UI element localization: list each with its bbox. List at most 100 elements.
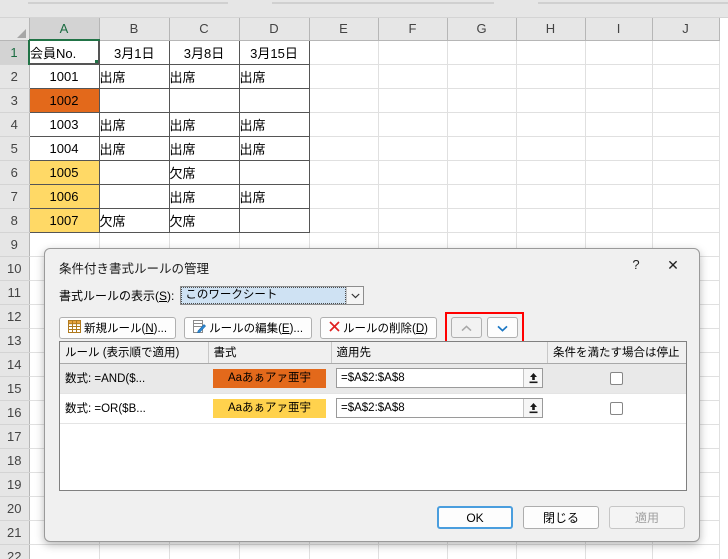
cell-J1[interactable]: [652, 40, 720, 65]
cell-E4[interactable]: [309, 112, 379, 137]
row-header-8[interactable]: 8: [0, 208, 30, 233]
column-header-b[interactable]: B: [99, 18, 170, 41]
row-header-2[interactable]: 2: [0, 64, 30, 89]
cell-J4[interactable]: [652, 112, 720, 137]
rule-row[interactable]: 数式: =AND($... Aaあぁアァ亜宇 =$A$2:$A$8: [60, 363, 686, 394]
cell-F8[interactable]: [378, 208, 448, 233]
cell-C3[interactable]: [168, 87, 240, 113]
move-rule-up-button[interactable]: [451, 317, 483, 338]
cell-D7[interactable]: 出席: [238, 183, 310, 209]
cell-G22[interactable]: [447, 544, 517, 559]
cell-C6[interactable]: 欠席: [168, 159, 240, 185]
cell-H1[interactable]: [516, 40, 586, 65]
cell-G3[interactable]: [447, 88, 517, 113]
row-header-4[interactable]: 4: [0, 112, 30, 137]
rules-table[interactable]: ルール (表示順で適用) 書式 適用先 条件を満たす場合は停止 数式: =AND($..…: [60, 342, 686, 424]
cell-B1[interactable]: 3月1日: [98, 39, 170, 65]
cell-H6[interactable]: [516, 160, 586, 185]
row-header-13[interactable]: 13: [0, 328, 30, 353]
cell-D22[interactable]: [239, 544, 310, 559]
cell-B22[interactable]: [99, 544, 170, 559]
cell-I8[interactable]: [585, 208, 653, 233]
rule-row[interactable]: 数式: =OR($B... Aaあぁアァ亜宇 =$A$2:$A$8: [60, 393, 686, 424]
column-header-c[interactable]: C: [169, 18, 240, 41]
cell-A7[interactable]: 1006: [28, 183, 100, 209]
column-header-f[interactable]: F: [378, 18, 448, 41]
cell-G1[interactable]: [447, 40, 517, 65]
cell-J7[interactable]: [652, 184, 720, 209]
row-header-21[interactable]: 21: [0, 520, 30, 545]
move-rule-down-button[interactable]: [487, 317, 519, 338]
row-header-5[interactable]: 5: [0, 136, 30, 161]
column-header-a[interactable]: A: [29, 18, 100, 41]
cell-H4[interactable]: [516, 112, 586, 137]
column-header-h[interactable]: H: [516, 18, 586, 41]
cell-D1[interactable]: 3月15日: [238, 39, 310, 65]
cell-C2[interactable]: 出席: [168, 63, 240, 89]
cell-A8[interactable]: 1007: [28, 207, 100, 233]
cell-B3[interactable]: [98, 87, 170, 113]
cell-H5[interactable]: [516, 136, 586, 161]
cell-C5[interactable]: 出席: [168, 135, 240, 161]
conditional-formatting-rules-manager-dialog[interactable]: 条件付き書式ルールの管理 ? ✕ 書式ルールの表示(S): このワークシート 新…: [44, 248, 700, 542]
column-header-g[interactable]: G: [447, 18, 517, 41]
cell-E5[interactable]: [309, 136, 379, 161]
stop-if-true-checkbox[interactable]: [610, 401, 623, 415]
select-all-corner[interactable]: [0, 18, 30, 41]
cell-A5[interactable]: 1004: [28, 135, 100, 161]
cell-B6[interactable]: [98, 159, 170, 185]
column-header-i[interactable]: I: [585, 18, 653, 41]
cell-I5[interactable]: [585, 136, 653, 161]
cell-J2[interactable]: [652, 64, 720, 89]
cell-D6[interactable]: [238, 159, 310, 185]
cell-F22[interactable]: [378, 544, 448, 559]
cell-A22[interactable]: [29, 544, 100, 559]
cell-G2[interactable]: [447, 64, 517, 89]
cell-H22[interactable]: [516, 544, 586, 559]
cell-B7[interactable]: [98, 183, 170, 209]
cell-E7[interactable]: [309, 184, 379, 209]
column-header-d[interactable]: D: [239, 18, 310, 41]
column-header-e[interactable]: E: [309, 18, 379, 41]
row-header-22[interactable]: 22: [0, 544, 30, 559]
cell-D2[interactable]: 出席: [238, 63, 310, 89]
row-header-10[interactable]: 10: [0, 256, 30, 281]
cell-F2[interactable]: [378, 64, 448, 89]
cell-E6[interactable]: [309, 160, 379, 185]
cell-G8[interactable]: [447, 208, 517, 233]
edit-rule-button[interactable]: ルールの編集(E)...: [184, 316, 313, 339]
row-header-18[interactable]: 18: [0, 448, 30, 473]
cell-H2[interactable]: [516, 64, 586, 89]
cell-C22[interactable]: [169, 544, 240, 559]
cell-I2[interactable]: [585, 64, 653, 89]
row-header-19[interactable]: 19: [0, 472, 30, 497]
row-header-17[interactable]: 17: [0, 424, 30, 449]
cell-I6[interactable]: [585, 160, 653, 185]
cell-H8[interactable]: [516, 208, 586, 233]
cell-E3[interactable]: [309, 88, 379, 113]
cell-I1[interactable]: [585, 40, 653, 65]
cell-A3[interactable]: 1002: [28, 87, 100, 113]
row-header-11[interactable]: 11: [0, 280, 30, 305]
close-icon[interactable]: ✕: [661, 255, 685, 275]
range-picker-icon[interactable]: [523, 399, 542, 417]
question-mark-icon[interactable]: ?: [625, 255, 647, 275]
row-header-6[interactable]: 6: [0, 160, 30, 185]
row-header-1[interactable]: 1: [0, 40, 30, 65]
cell-A6[interactable]: 1005: [28, 159, 100, 185]
cell-H7[interactable]: [516, 184, 586, 209]
cell-B5[interactable]: 出席: [98, 135, 170, 161]
cell-D8[interactable]: [238, 207, 310, 233]
cell-A1[interactable]: 会員No.: [28, 39, 100, 65]
cell-A4[interactable]: 1003: [28, 111, 100, 137]
cell-F5[interactable]: [378, 136, 448, 161]
cell-C8[interactable]: 欠席: [168, 207, 240, 233]
cell-G5[interactable]: [447, 136, 517, 161]
cell-F7[interactable]: [378, 184, 448, 209]
cell-D4[interactable]: 出席: [238, 111, 310, 137]
cell-C4[interactable]: 出席: [168, 111, 240, 137]
cell-B8[interactable]: 欠席: [98, 207, 170, 233]
new-rule-button[interactable]: 新規ルール(N)...: [59, 316, 177, 339]
column-header-j[interactable]: J: [652, 18, 720, 41]
chevron-down-icon[interactable]: [346, 287, 364, 304]
